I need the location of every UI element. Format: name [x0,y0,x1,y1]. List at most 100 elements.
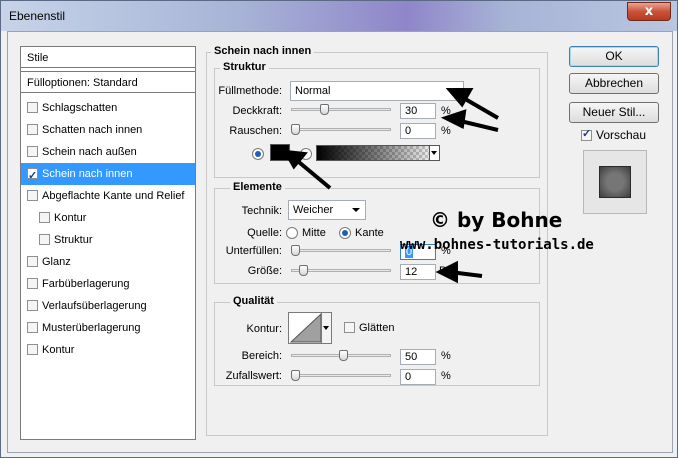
close-button[interactable]: x [627,2,671,21]
size-slider-thumb[interactable] [299,265,308,276]
sidebar-item-label: Musterüberlagerung [42,322,141,334]
chevron-down-icon [352,208,360,212]
checkbox-icon[interactable] [27,124,38,135]
choke-slider-track[interactable] [291,249,391,252]
solid-color-radio[interactable] [252,148,264,160]
gradient-picker[interactable] [316,145,440,161]
noise-input[interactable]: 0 [400,123,436,139]
opacity-input[interactable]: 30 [400,103,436,119]
opacity-slider-track[interactable] [291,108,391,111]
chevron-down-icon [450,89,458,93]
sidebar-item[interactable]: Schein nach außen [21,141,195,163]
sidebar-item[interactable]: Schatten nach innen [21,119,195,141]
contour-picker[interactable] [288,312,332,344]
preview-label: Vorschau [596,128,647,142]
technique-label: Technik: [241,205,282,217]
jitter-slider-thumb[interactable] [291,370,300,381]
checkbox-icon[interactable] [27,256,38,267]
gradient-radio[interactable] [300,148,312,160]
quality-title: Qualität [230,295,277,307]
sidebar-item[interactable]: Kontur [21,207,195,229]
sidebar-item[interactable]: Abgeflachte Kante und Relief [21,185,195,207]
source-center-radio[interactable] [286,227,298,239]
jitter-slider-track[interactable] [291,374,391,377]
sidebar-item[interactable]: Musterüberlagerung [21,317,195,339]
watermark-url: www.bohnes-tutorials.de [400,237,594,253]
panel-title: Schein nach innen [211,45,315,57]
sidebar-item-label: Kontur [42,344,75,356]
checkbox-icon[interactable] [39,234,50,245]
checkbox-check-icon [581,127,592,141]
blending-options-item[interactable]: Fülloptionen: Standard [21,71,195,93]
blend-mode-value: Normal [295,85,331,97]
elements-title: Elemente [230,181,285,193]
title-bar: Ebenenstil x [1,1,677,31]
chevron-down-icon [431,151,437,155]
sidebar-item-label: Struktur [54,234,93,246]
dialog-body: Stile Fülloptionen: Standard Schlagschat… [7,31,673,453]
contour-dropdown[interactable] [321,313,331,343]
sidebar-item[interactable]: Kontur [21,339,195,361]
choke-slider-thumb[interactable] [291,245,300,256]
contour-label: Kontur: [246,323,282,335]
checkbox-icon[interactable] [27,278,38,289]
opacity-slider-thumb[interactable] [319,104,329,115]
structure-title: Struktur [220,61,269,73]
checkbox-icon[interactable] [27,344,38,355]
source-center-label[interactable]: Mitte [302,227,326,239]
sidebar-item[interactable]: Struktur [21,229,195,251]
ok-button[interactable]: OK [569,46,659,67]
window-title: Ebenenstil [9,9,66,23]
range-unit: % [441,350,451,362]
blend-mode-label: Füllmethode: [218,85,282,97]
layer-style-dialog: Ebenenstil x Stile Fülloptionen: Standar… [0,0,678,458]
range-label: Bereich: [241,350,282,362]
sidebar-item-label: Verlaufsüberlagerung [42,300,147,312]
range-input[interactable]: 50 [400,349,436,365]
glow-color-swatch[interactable] [270,144,290,161]
antialias-check-icon [344,322,355,333]
style-preview [583,150,647,214]
cancel-button[interactable]: Abbrechen [569,73,659,94]
opacity-unit: % [441,105,451,117]
checkbox-icon[interactable] [39,212,50,223]
sidebar-item-label: Farbüberlagerung [42,278,130,290]
sidebar-item[interactable]: Schein nach innen [21,163,195,187]
sidebar-item-label: Glanz [42,256,71,268]
styles-list: Stile Fülloptionen: Standard Schlagschat… [20,46,196,440]
sidebar-item[interactable]: Schlagschatten [21,97,195,119]
checkbox-icon[interactable] [27,300,38,311]
new-style-button[interactable]: Neuer Stil... [569,102,659,123]
checkbox-icon[interactable] [27,165,38,187]
source-label: Quelle: [247,227,282,239]
sidebar-item-label: Schatten nach innen [42,124,143,136]
checkbox-icon[interactable] [27,146,38,157]
checkbox-icon[interactable] [27,190,38,201]
range-slider-thumb[interactable] [339,350,348,361]
source-edge-label[interactable]: Kante [355,227,384,239]
noise-slider-thumb[interactable] [291,124,300,135]
preview-thumbnail [599,166,631,198]
size-input[interactable]: 12 [400,264,436,280]
noise-unit: % [441,125,451,137]
sidebar-item[interactable]: Glanz [21,251,195,273]
checkbox-icon[interactable] [27,102,38,113]
blend-mode-select[interactable]: Normal [290,81,464,101]
noise-slider-track[interactable] [291,128,391,131]
sidebar-item-label: Schein nach außen [42,146,137,158]
styles-header[interactable]: Stile [21,46,195,68]
sidebar-item[interactable]: Farbüberlagerung [21,273,195,295]
jitter-unit: % [441,370,451,382]
sidebar-item[interactable]: Verlaufsüberlagerung [21,295,195,317]
sidebar-item-label: Abgeflachte Kante und Relief [42,190,185,202]
source-edge-radio[interactable] [339,227,351,239]
antialias-checkbox[interactable]: Glätten [344,322,394,334]
technique-select[interactable]: Weicher [288,200,366,220]
noise-label: Rauschen: [229,125,282,137]
checkbox-icon[interactable] [27,322,38,333]
jitter-input[interactable]: 0 [400,369,436,385]
technique-value: Weicher [293,204,334,216]
preview-checkbox[interactable]: Vorschau [581,127,647,142]
contour-curve-icon [290,313,322,343]
gradient-dropdown[interactable] [429,146,439,160]
